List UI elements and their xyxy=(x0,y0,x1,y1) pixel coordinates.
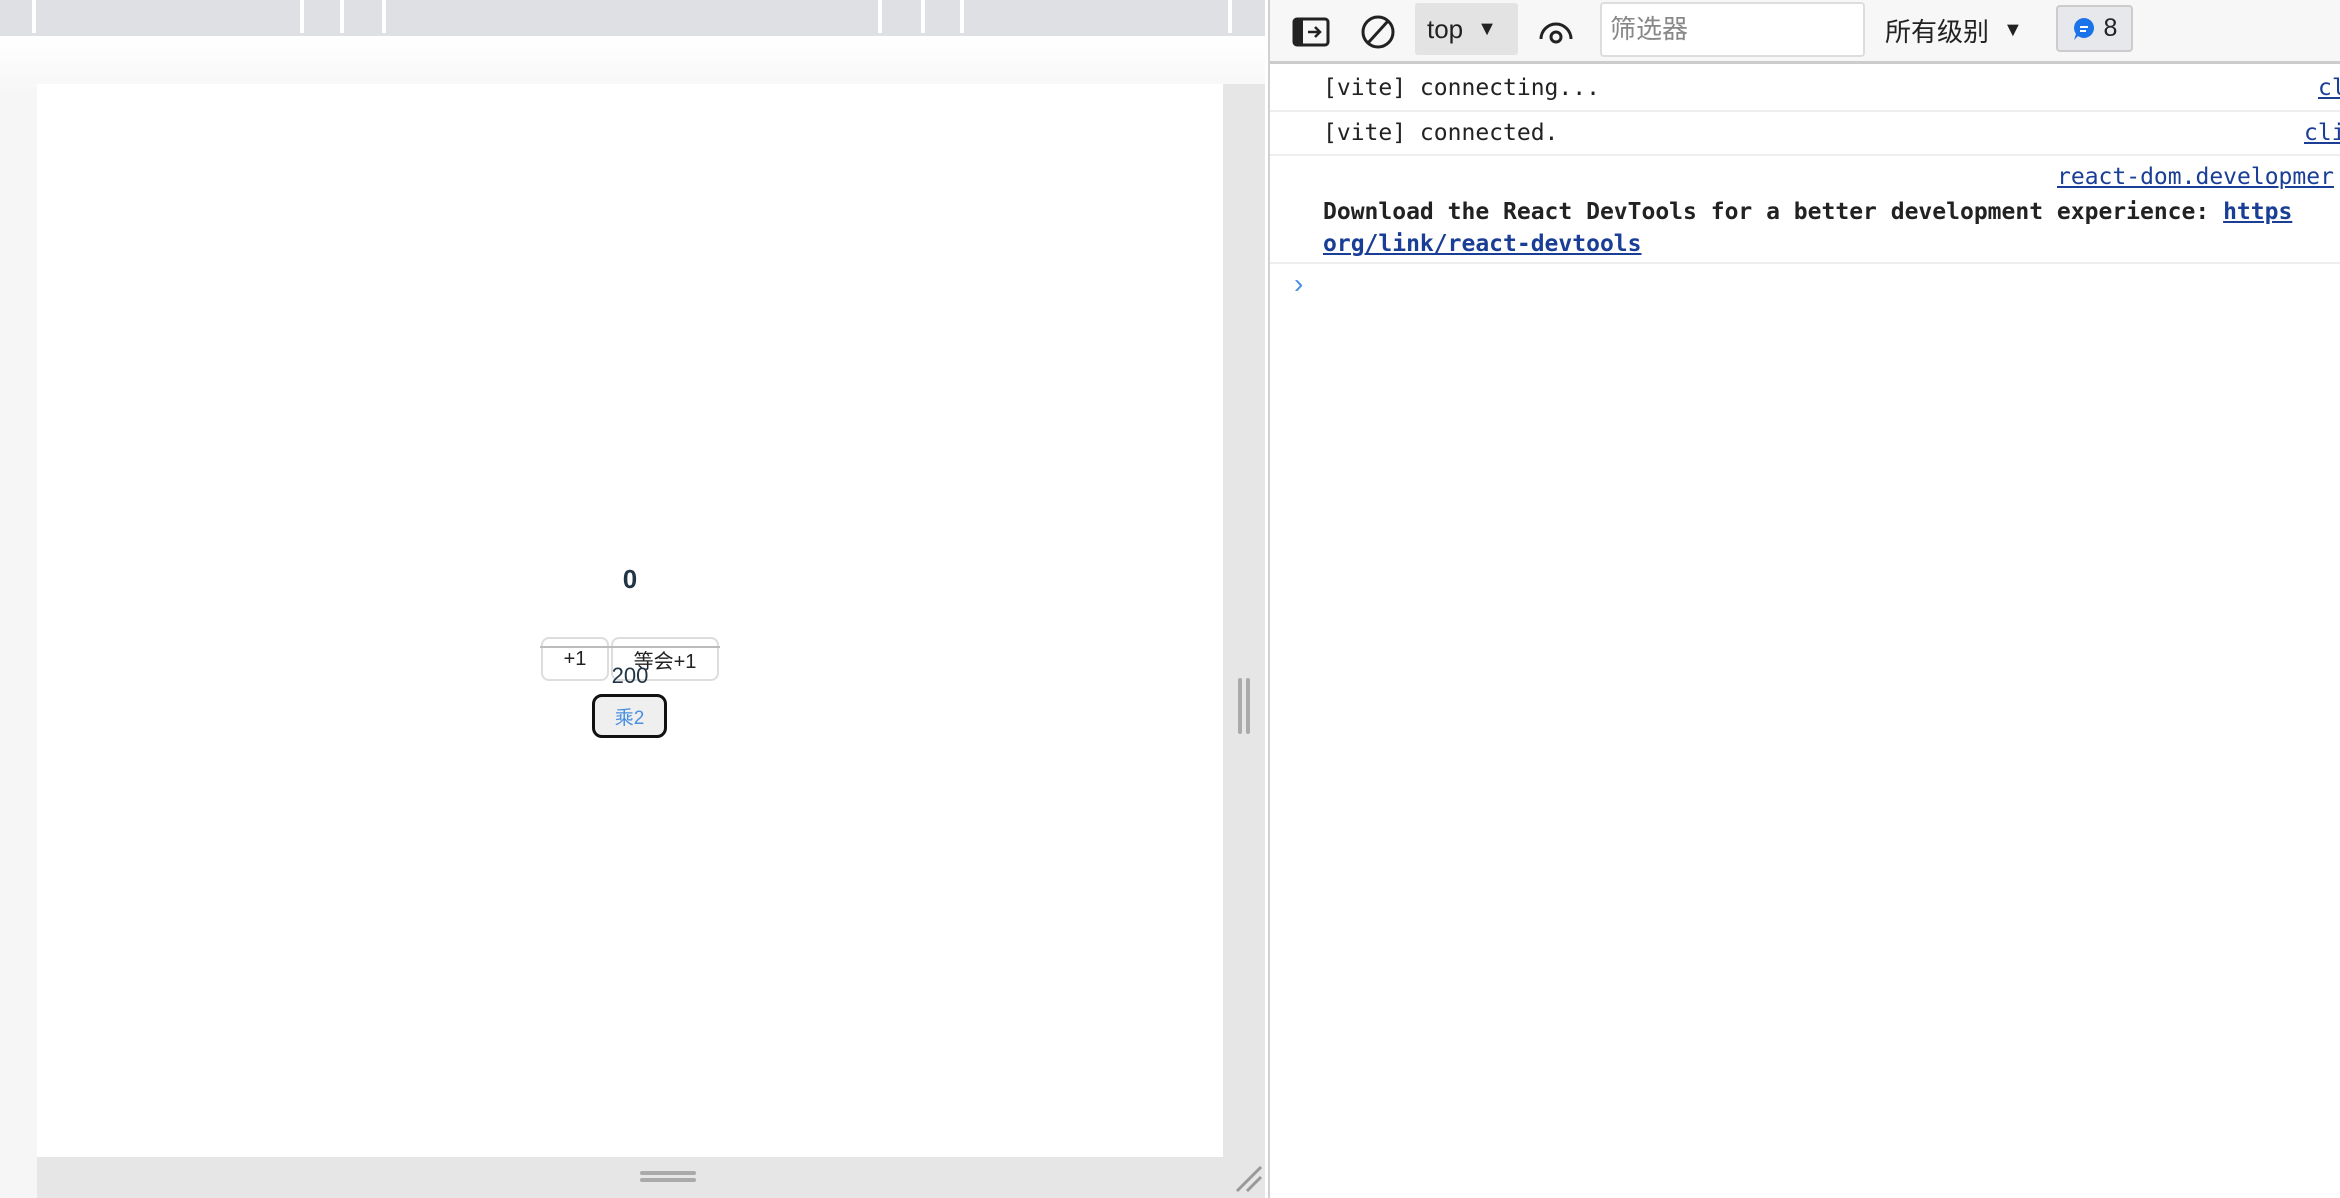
eye-icon xyxy=(1539,22,1573,44)
console-message-text: Download the React DevTools for a better… xyxy=(1323,199,2224,225)
ruler-divider xyxy=(878,0,882,33)
console-message-text: [vite] connecting... xyxy=(1323,75,1600,101)
live-expression-button[interactable] xyxy=(1538,0,1574,64)
viewport-resize-right[interactable] xyxy=(1223,84,1265,1198)
page-viewport: 0 +1 等会+1 200 乘2 xyxy=(37,84,1223,1157)
ruler-divider xyxy=(382,0,386,33)
resize-handle[interactable] xyxy=(640,1178,696,1182)
counter-value: 0 xyxy=(622,564,638,594)
console-prompt-chevron-icon[interactable]: › xyxy=(1294,268,1303,300)
devtools-link[interactable]: https xyxy=(2223,199,2292,225)
devtools-console-panel: top ▼ 所有级别 ▼ 8 [vite] connecting... cl [vi… xyxy=(1270,0,2340,1198)
devtools-link[interactable]: org/link/react-devtools xyxy=(1323,231,1642,257)
source-link[interactable]: cl xyxy=(2318,75,2340,101)
multiply-button[interactable]: 乘2 xyxy=(592,694,667,738)
device-viewport-stage: 0 +1 等会+1 200 乘2 xyxy=(0,36,1265,1198)
ruler-divider xyxy=(300,0,304,33)
resize-handle[interactable] xyxy=(1246,678,1250,734)
ruler-divider xyxy=(1228,0,1232,33)
ruler-divider xyxy=(921,0,925,33)
resize-handle[interactable] xyxy=(640,1171,696,1175)
levels-label: 所有级别 xyxy=(1885,16,1990,47)
console-message: [vite] connecting... cl xyxy=(1270,67,2340,112)
second-value: 200 xyxy=(611,663,649,688)
filter-input[interactable] xyxy=(1600,2,1865,57)
issues-badge[interactable]: 8 xyxy=(2056,5,2133,52)
source-link[interactable]: cli xyxy=(2304,120,2340,146)
ruler-divider xyxy=(32,0,36,33)
console-message: react-dom.developmer Download the React … xyxy=(1270,156,2340,264)
divider xyxy=(540,646,720,648)
console-message: [vite] connected. cli xyxy=(1270,112,2340,156)
device-toolbar-ruler xyxy=(0,0,1265,36)
viewport-resize-bottom[interactable] xyxy=(37,1157,1265,1198)
resize-handle[interactable] xyxy=(1238,678,1242,734)
clear-console-button[interactable] xyxy=(1360,0,1396,64)
resize-corner-icon[interactable] xyxy=(1233,1163,1263,1193)
context-selector[interactable]: top ▼ xyxy=(1415,3,1518,55)
console-toolbar: top ▼ 所有级别 ▼ 8 xyxy=(1270,0,2340,64)
message-icon xyxy=(2073,17,2094,40)
context-label: top xyxy=(1427,13,1464,44)
console-message-text: [vite] connected. xyxy=(1323,120,1559,146)
message-count: 8 xyxy=(2103,14,2118,42)
ruler-divider xyxy=(340,0,344,33)
ruler-divider xyxy=(960,0,964,33)
dropdown-arrow-icon: ▼ xyxy=(1477,17,1497,40)
sidebar-toggle-button[interactable] xyxy=(1292,0,1330,64)
dropdown-arrow-icon: ▼ xyxy=(2003,18,2023,41)
log-levels-dropdown[interactable]: 所有级别 ▼ xyxy=(1885,0,2023,60)
clear-console-icon xyxy=(1361,15,1395,49)
sidebar-toggle-icon xyxy=(1292,17,1330,47)
source-link[interactable]: react-dom.developmer xyxy=(2057,164,2334,190)
